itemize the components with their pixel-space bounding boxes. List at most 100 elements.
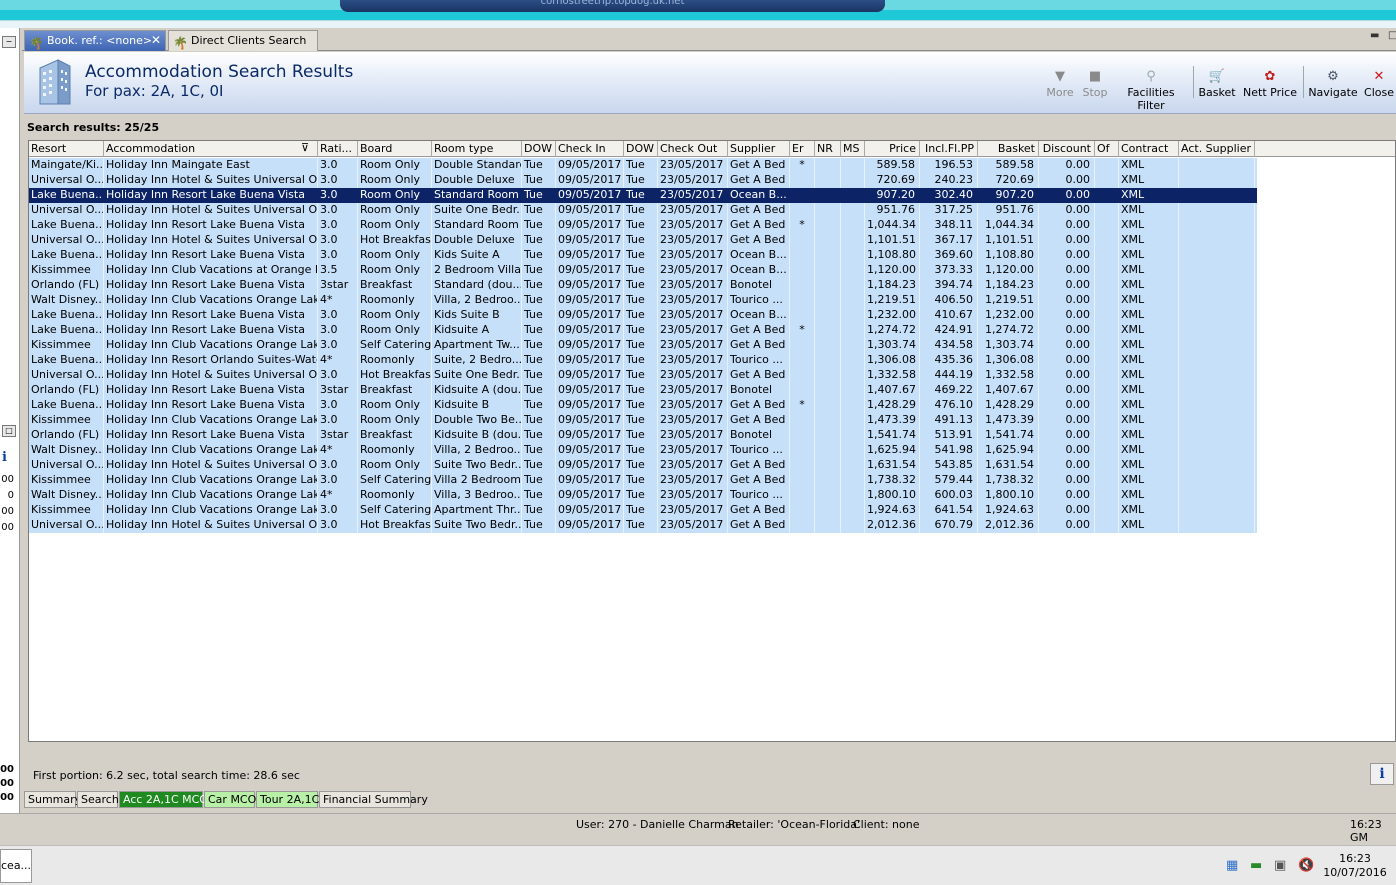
info-icon[interactable]: i [2,450,7,465]
table-row[interactable]: Universal O... Holiday Inn Hotel & Suites… [29,233,1257,248]
cell-dow-in: Tue [522,188,556,203]
table-row[interactable]: Lake Buena... Holiday Inn Resort Lake Bue… [29,308,1257,323]
column-header-incl-fl-pp[interactable]: Incl.Fl.PP [920,141,978,157]
column-header-price[interactable]: Price [865,141,920,157]
close-button[interactable]: ✕ Close [1362,68,1396,99]
table-row[interactable]: Kissimmee Holiday Inn Club Vacations Oran… [29,413,1257,428]
table-row[interactable]: Lake Buena... Holiday Inn Resort Lake Bue… [29,398,1257,413]
column-header-ms[interactable]: MS [841,141,865,157]
app-icon[interactable]: ▦ [1226,858,1238,873]
cell-discount: 0.00 [1039,428,1095,443]
grid-header: Resort Accommodation Rati... Board Room type… [29,141,1395,157]
column-header-room-type[interactable]: Room type [432,141,522,157]
table-row[interactable]: Universal O... Holiday Inn Hotel & Suites… [29,203,1257,218]
cell-room-type: Standard Room [432,218,522,233]
cell-incl-fl-pp: 641.54 [920,503,978,518]
table-row[interactable]: Kissimmee Holiday Inn Club Vacations Oran… [29,338,1257,353]
tab-search[interactable]: Search [77,791,119,808]
tab-car-mco[interactable]: Car MCO [204,791,256,808]
table-row[interactable]: Kissimmee Holiday Inn Club Vacations Oran… [29,473,1257,488]
cell-nr [815,338,841,353]
table-row[interactable]: Lake Buena... Holiday Inn Resort Lake Bue… [29,323,1257,338]
column-header-rating[interactable]: Rati... [318,141,358,157]
facilities-filter-button[interactable]: ⚲ Facilities Filter [1113,68,1189,112]
navigate-button[interactable]: ⚙ Navigate [1308,68,1358,99]
cell-supplier: Tourico ... [728,353,790,368]
remote-host-label[interactable]: cornostreetrip.topdog.uk.net [340,0,885,12]
table-row[interactable]: Universal O... Holiday Inn Hotel & Suites… [29,368,1257,383]
cell-board: Roomonly [358,353,432,368]
cell-rating: 3.0 [318,473,358,488]
info-button[interactable]: i [1370,763,1394,785]
table-row[interactable]: Lake Buena... Holiday Inn Resort Orlando … [29,353,1257,368]
close-icon[interactable]: ✕ [151,31,161,50]
table-row[interactable]: Lake Buena... Holiday Inn Resort Lake Bue… [29,218,1257,233]
table-row[interactable]: Universal O... Holiday Inn Hotel & Suites… [29,518,1257,533]
taskbar-clock[interactable]: 16:23 10/07/2016 [1322,852,1388,880]
column-header-nr[interactable]: NR [815,141,841,157]
cell-check-in: 09/05/2017 [556,398,624,413]
column-header-resort[interactable]: Resort [29,141,104,157]
tab-booking[interactable]: 🌴 Book. ref.: <none> ✕ [24,30,166,51]
palm-tree-icon: 🌴 [29,36,44,50]
column-header-contract[interactable]: Contract [1119,141,1179,157]
speaker-muted-icon[interactable]: 🔇 [1298,858,1314,873]
table-row[interactable]: Orlando (FL) Holiday Inn Resort Lake Buen… [29,278,1257,293]
collapse-icon[interactable]: − [2,36,16,48]
table-row[interactable]: Walt Disney... Holiday Inn Club Vacations… [29,488,1257,503]
column-filter-icon[interactable]: ⊽ [301,141,309,154]
column-header-dow-out[interactable]: DOW [624,141,658,157]
cell-supplier: Bonotel [728,428,790,443]
column-header-accommodation[interactable]: Accommodation [104,141,318,157]
cell-board: Room Only [358,188,432,203]
tab-summary[interactable]: Summary [24,791,81,808]
column-header-check-out[interactable]: Check Out [658,141,728,157]
more-button[interactable]: ▼ More [1044,68,1076,99]
tab-direct-clients-search[interactable]: 🌴 Direct Clients Search [168,30,318,51]
minimize-icon[interactable]: ▬ [1370,30,1379,41]
stop-button[interactable]: ■ Stop [1080,68,1110,99]
tab-accommodation-mco[interactable]: Acc 2A,1C MCO [119,791,208,808]
network-card-icon[interactable]: ▬ [1250,858,1262,873]
column-header-dow-in[interactable]: DOW [522,141,556,157]
cell-ms [841,503,865,518]
cell-supplier: Tourico ... [728,488,790,503]
column-header-of[interactable]: Of [1095,141,1119,157]
cell-accommodation: Holiday Inn Club Vacations Orange Lake .… [106,488,318,503]
building-icon [39,59,71,105]
network-icon[interactable]: ▣ [1274,858,1286,873]
taskbar-app-button[interactable]: cea... [0,849,32,883]
restore-icon[interactable]: □ [2,425,16,437]
cell-dow-in: Tue [522,518,556,533]
tab-financial-summary[interactable]: Financial Summary [319,791,428,808]
column-header-er[interactable]: Er [790,141,815,157]
table-row[interactable]: Maingate/Ki... Holiday Inn Maingate East 3… [29,158,1257,173]
column-header-check-in[interactable]: Check In [556,141,624,157]
cell-dow-in: Tue [522,338,556,353]
palm-tree-icon: 🌴 [173,36,188,50]
column-header-discount[interactable]: Discount [1039,141,1095,157]
nett-price-button[interactable]: ✿ Nett Price [1242,68,1298,99]
column-header-basket[interactable]: Basket [978,141,1039,157]
table-row[interactable]: Walt Disney... Holiday Inn Club Vacations… [29,293,1257,308]
tab-tour[interactable]: Tour 2A,1C [256,791,319,808]
results-grid[interactable]: Resort Accommodation Rati... Board Room type… [28,140,1396,742]
table-row[interactable]: Kissimmee Holiday Inn Club Vacations at O… [29,263,1257,278]
table-row[interactable]: Walt Disney... Holiday Inn Club Vacations… [29,443,1257,458]
basket-button[interactable]: 🛒 Basket [1196,68,1238,99]
table-row[interactable]: Universal O... Holiday Inn Hotel & Suites… [29,173,1257,188]
table-row[interactable]: Lake Buena... Holiday Inn Resort Lake Bue… [29,188,1257,203]
maximize-icon[interactable]: □ [1388,30,1396,41]
column-header-act-supplier[interactable]: Act. Supplier [1179,141,1255,157]
table-row[interactable]: Kissimmee Holiday Inn Club Vacations Oran… [29,503,1257,518]
cell-board: Breakfast [358,278,432,293]
column-header-supplier[interactable]: Supplier [728,141,790,157]
column-header-board[interactable]: Board [358,141,432,157]
table-row[interactable]: Orlando (FL) Holiday Inn Resort Lake Buen… [29,428,1257,443]
cell-basket: 1,274.72 [978,323,1039,338]
table-row[interactable]: Universal O... Holiday Inn Hotel & Suites… [29,458,1257,473]
table-row[interactable]: Lake Buena... Holiday Inn Resort Lake Bue… [29,248,1257,263]
table-row[interactable]: Orlando (FL) Holiday Inn Resort Lake Buen… [29,383,1257,398]
cell-room-type: Suite Two Bedr... [434,458,522,473]
cell-rating: 3star [318,383,358,398]
